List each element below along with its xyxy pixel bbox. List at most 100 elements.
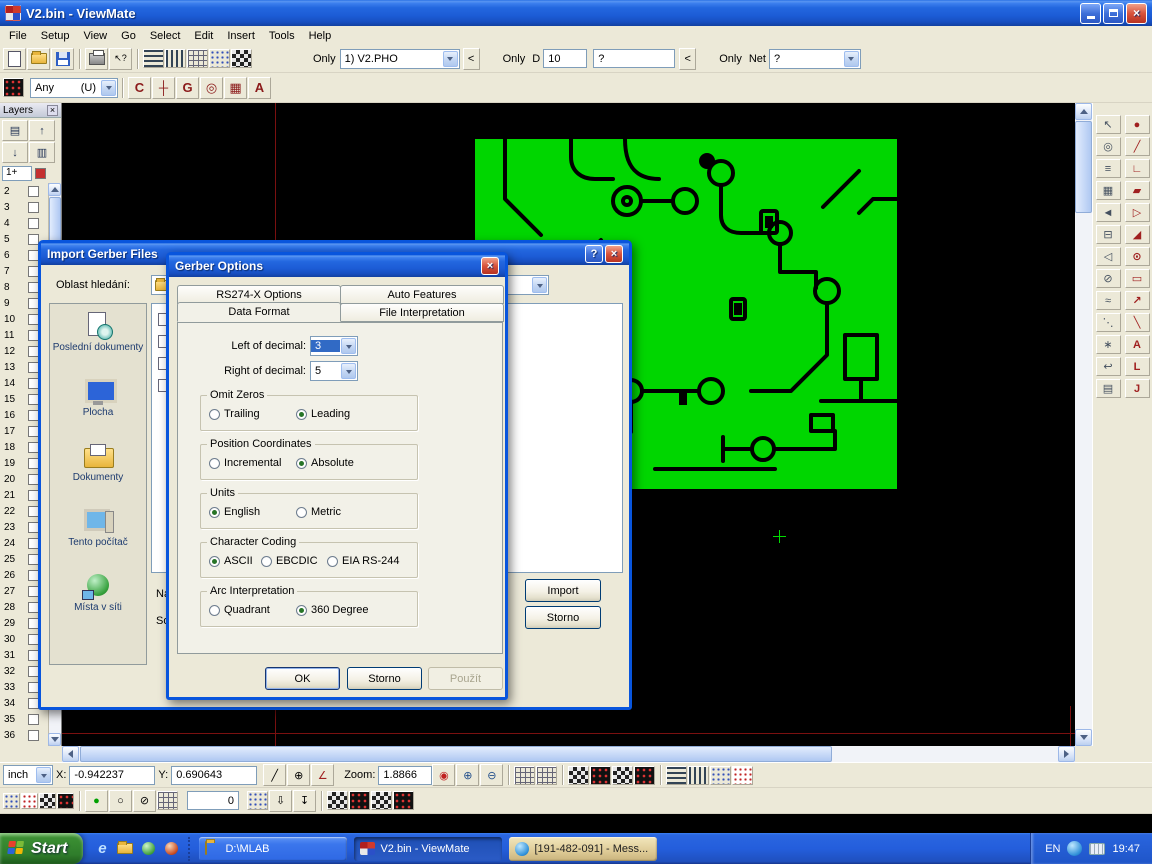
prev-layer-button[interactable]: < [463, 48, 480, 70]
negative-mode-button[interactable] [590, 766, 611, 785]
origin-button[interactable]: ⊕ [287, 764, 310, 786]
only-dcode-toggle[interactable]: Only [499, 53, 530, 65]
tray-keyboard-icon[interactable] [1089, 843, 1105, 855]
radio-icon[interactable] [261, 556, 272, 567]
menu-item[interactable]: File [2, 28, 34, 44]
horizontal-scroll-thumb[interactable] [80, 746, 832, 762]
pcb-tool-icon[interactable]: ╲ [1125, 313, 1150, 332]
chevron-down-icon[interactable] [36, 767, 51, 783]
fill-mode-button[interactable] [634, 766, 655, 785]
select-component-button[interactable]: C [128, 77, 151, 99]
print-button[interactable] [85, 48, 108, 70]
pcb-tool-icon[interactable]: ⊙ [1125, 247, 1150, 266]
move-down-button[interactable]: ⇩ [269, 790, 292, 812]
tray-app-icon[interactable] [1067, 841, 1082, 856]
layer-color-swatch[interactable] [28, 186, 39, 197]
scroll-up-button[interactable] [1075, 103, 1092, 120]
prev-dcode-button[interactable]: < [679, 48, 696, 70]
anchor-button[interactable]: ↧ [293, 790, 316, 812]
hatch-select-button[interactable]: ▦ [224, 77, 247, 99]
open-file-button[interactable] [27, 48, 50, 70]
chevron-down-icon[interactable] [443, 51, 458, 67]
radio-icon[interactable] [209, 507, 220, 518]
pcb-tool-icon[interactable]: ◎ [1096, 137, 1121, 156]
left-of-decimal-select[interactable]: 3 [310, 336, 358, 356]
pcb-tool-icon[interactable]: ∟ [1125, 159, 1150, 178]
layer-color-swatch[interactable] [35, 168, 46, 179]
measure-button[interactable]: ╱ [263, 764, 286, 786]
close-icon[interactable]: × [47, 105, 58, 116]
quadrant-radio[interactable]: Quadrant [209, 604, 270, 616]
unit-combobox[interactable]: inch [3, 765, 53, 785]
pcb-tool-icon[interactable]: ∗ [1096, 335, 1121, 354]
pcb-tool-icon[interactable]: J [1125, 379, 1150, 398]
aperture-list-button[interactable] [165, 49, 186, 68]
radio-icon[interactable] [209, 458, 220, 469]
pcb-tool-icon[interactable]: ╱ [1125, 137, 1150, 156]
tab-data-format[interactable]: Data Format [177, 302, 341, 322]
crosshair-select-button[interactable]: ┼ [152, 77, 175, 99]
close-button[interactable]: × [1126, 3, 1147, 24]
display-mode-button[interactable] [568, 766, 589, 785]
layer-row[interactable]: 2 [0, 183, 49, 199]
arc-mode-button[interactable] [39, 793, 56, 809]
pcb-tool-icon[interactable]: ↩ [1096, 357, 1121, 376]
menu-item[interactable]: Insert [220, 28, 262, 44]
leading-radio[interactable]: Leading [296, 408, 350, 420]
snap-toggle-button[interactable] [536, 766, 557, 785]
degree-360-radio[interactable]: 360 Degree [296, 604, 369, 616]
pcb-tool-icon[interactable]: ◢ [1125, 225, 1150, 244]
pcb-tool-icon[interactable]: ▦ [1096, 181, 1121, 200]
vertical-scroll-thumb[interactable] [1075, 121, 1092, 213]
place-desktop[interactable]: Plocha [50, 377, 146, 420]
metric-radio[interactable]: Metric [296, 506, 341, 518]
trailing-radio[interactable]: Trailing [209, 408, 260, 420]
place-computer[interactable]: Tento počítač [50, 507, 146, 550]
menu-item[interactable]: Tools [262, 28, 302, 44]
layer-up-button[interactable]: ↑ [29, 120, 55, 141]
select-group-button[interactable]: G [176, 77, 199, 99]
horizontal-scrollbar[interactable] [62, 746, 1075, 762]
only-net-toggle[interactable]: Only [715, 53, 746, 65]
layer-row[interactable]: 4 [0, 215, 49, 231]
place-recent-documents[interactable]: Poslední dokumenty [50, 312, 146, 355]
new-file-button[interactable] [3, 48, 26, 70]
minimize-button[interactable] [1080, 3, 1101, 24]
scroll-left-button[interactable] [62, 746, 79, 762]
quicklaunch-show-desktop-icon[interactable] [116, 840, 134, 858]
close-button[interactable]: × [481, 257, 499, 275]
window-titlebar[interactable]: V2.bin - ViewMate × [0, 0, 1152, 26]
poly-mode-button[interactable] [57, 793, 74, 809]
layer-combobox[interactable]: 1) V2.PHO [340, 49, 460, 69]
quicklaunch-ie-icon[interactable]: e [93, 840, 111, 858]
grid-view-button[interactable] [187, 49, 208, 68]
flash-mode-button[interactable] [3, 793, 20, 809]
tab-file-interpretation[interactable]: File Interpretation [340, 303, 504, 322]
menu-item[interactable]: Setup [34, 28, 77, 44]
chevron-down-icon[interactable] [844, 51, 859, 67]
radio-icon[interactable] [327, 556, 338, 567]
pcb-tool-icon[interactable]: ⋱ [1096, 313, 1121, 332]
ebcdic-radio[interactable]: EBCDIC [261, 555, 318, 567]
radio-icon[interactable] [296, 507, 307, 518]
vertical-scrollbar[interactable] [1075, 103, 1092, 746]
scroll-right-button[interactable] [1058, 746, 1075, 762]
layer-color-swatch[interactable] [28, 202, 39, 213]
draw-mode-button[interactable] [21, 793, 38, 809]
menu-item[interactable]: Edit [187, 28, 220, 44]
chevron-down-icon[interactable] [532, 277, 547, 293]
dcode-query-input[interactable]: ? [593, 49, 675, 68]
import-button[interactable]: Import [525, 579, 601, 602]
menu-item[interactable]: Help [302, 28, 339, 44]
pcb-tool-icon[interactable]: ↖ [1096, 115, 1121, 134]
net-display-button[interactable] [688, 766, 709, 785]
place-documents[interactable]: Dokumenty [50, 442, 146, 485]
gerber-options-titlebar[interactable]: Gerber Options × [169, 255, 505, 277]
dcode-list-button[interactable] [143, 49, 164, 68]
incremental-radio[interactable]: Incremental [209, 457, 281, 469]
selection-mode-button[interactable] [3, 78, 24, 97]
radio-icon[interactable] [209, 605, 220, 616]
outline-mode-button[interactable] [612, 766, 633, 785]
scroll-down-button[interactable] [48, 733, 61, 746]
pcb-tool-icon[interactable]: ▤ [1096, 379, 1121, 398]
